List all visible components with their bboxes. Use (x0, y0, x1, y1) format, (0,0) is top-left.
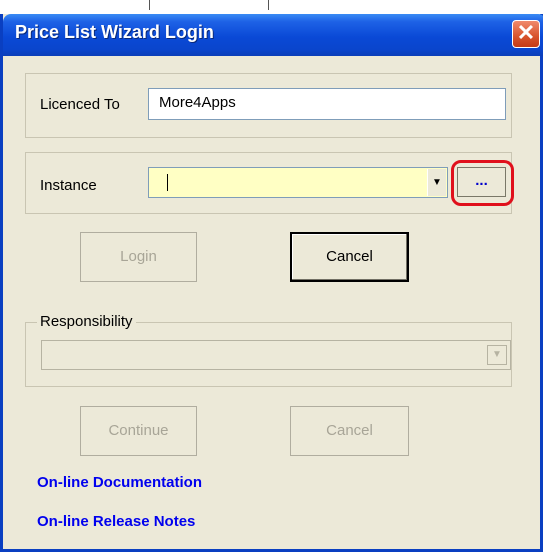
instance-combobox[interactable]: ▼ (148, 167, 448, 198)
close-button[interactable]: ✕ (512, 20, 540, 48)
background-tick (149, 0, 150, 10)
window-title: Price List Wizard Login (15, 22, 214, 42)
online-release-notes-link[interactable]: On-line Release Notes (37, 513, 195, 530)
chevron-down-icon[interactable]: ▼ (487, 345, 507, 365)
login-button[interactable]: Login (80, 232, 197, 282)
continue-button[interactable]: Continue (80, 406, 197, 456)
background-tick (268, 0, 269, 10)
text-cursor (167, 174, 168, 191)
licence-label: Licenced To (40, 96, 120, 113)
responsibility-legend: Responsibility (37, 313, 136, 330)
responsibility-dropdown[interactable]: ▼ (41, 340, 511, 370)
licence-field: More4Apps (148, 88, 506, 120)
chevron-down-icon[interactable]: ▼ (427, 169, 446, 196)
instance-label: Instance (40, 177, 97, 194)
secondary-cancel-button[interactable]: Cancel (290, 406, 409, 456)
title-bar: Price List Wizard Login ✕ (3, 14, 543, 56)
highlight-circle (451, 160, 514, 206)
close-icon: ✕ (516, 20, 536, 45)
cancel-button[interactable]: Cancel (290, 232, 409, 282)
online-documentation-link[interactable]: On-line Documentation (37, 474, 202, 491)
